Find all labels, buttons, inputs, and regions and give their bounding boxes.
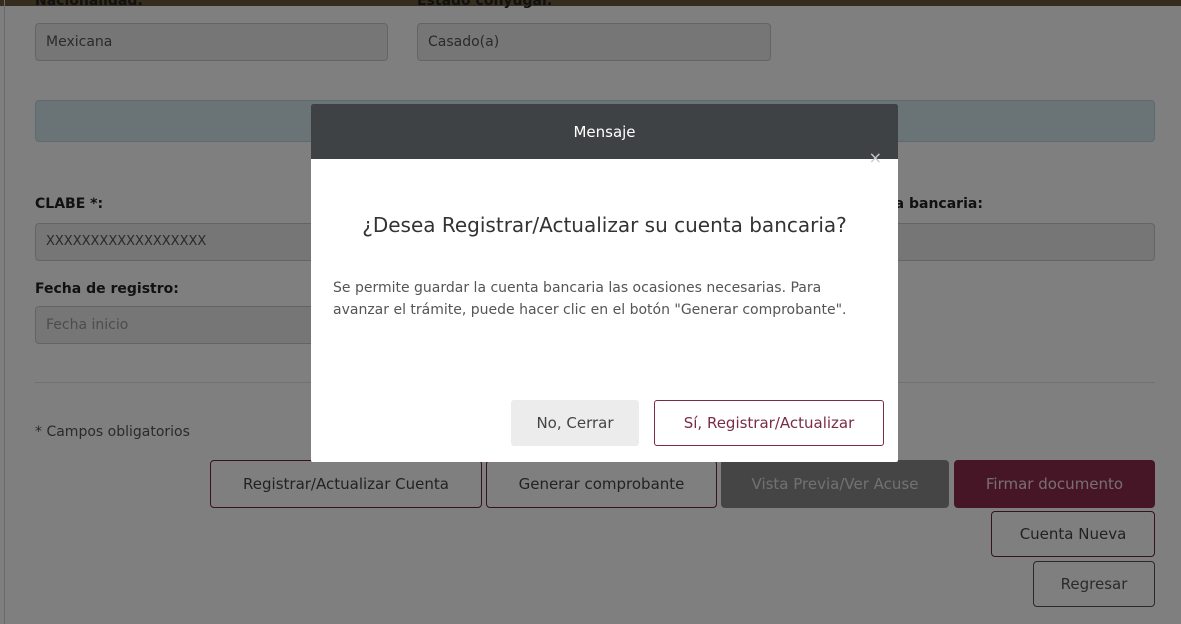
si-registrar-actualizar-button[interactable]: Sí, Registrar/Actualizar (654, 400, 884, 446)
dialog-title: ¿Desea Registrar/Actualizar su cuenta ba… (362, 213, 847, 237)
close-icon[interactable]: × (869, 150, 882, 166)
confirm-dialog: Mensaje × ¿Desea Registrar/Actualizar su… (311, 104, 898, 462)
dialog-header-title: Mensaje (573, 122, 636, 141)
no-cerrar-button[interactable]: No, Cerrar (511, 400, 639, 446)
dialog-header: Mensaje (311, 104, 898, 159)
dialog-message: Se permite guardar la cuenta bancaria la… (333, 280, 847, 318)
